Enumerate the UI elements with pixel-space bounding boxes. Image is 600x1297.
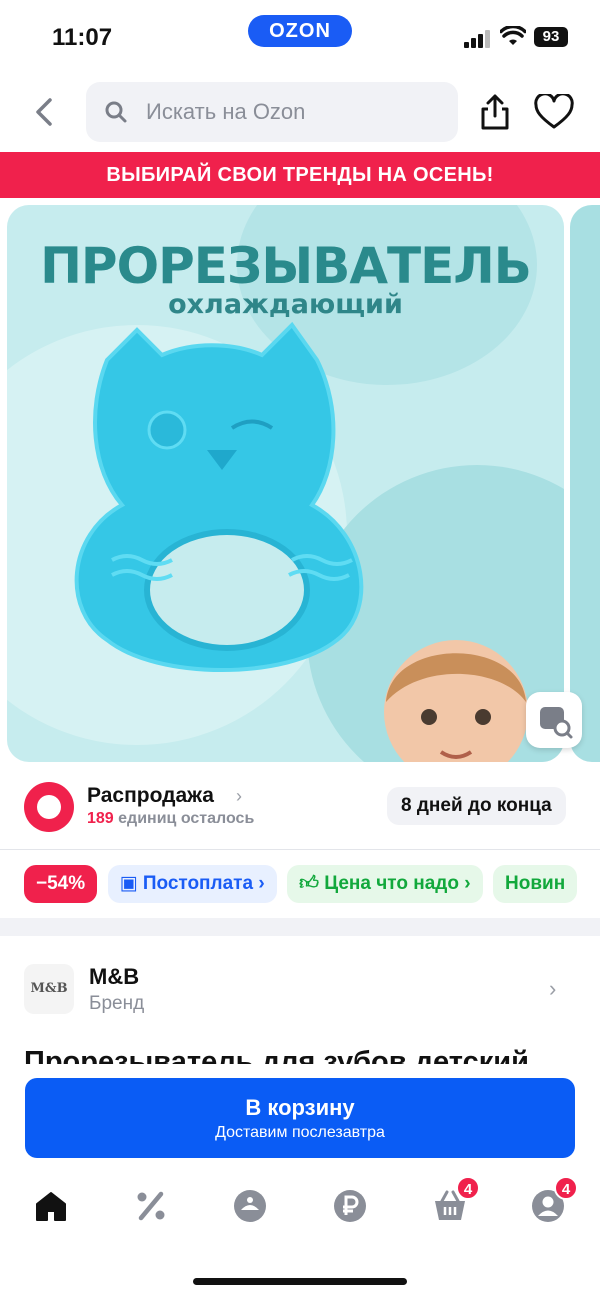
baby-photo [384, 640, 528, 762]
favorite-heart-icon[interactable] [534, 94, 574, 130]
search-box[interactable] [86, 82, 458, 142]
bottom-tab-bar: 4 4 [0, 1176, 600, 1248]
section-separator [0, 918, 600, 936]
postpay-label: Постоплата [142, 873, 254, 894]
price-chip[interactable]: 👍︎ Цена что надо › [287, 865, 483, 903]
ozon-logo: OZON [248, 15, 352, 47]
sale-title: Распродажа [87, 784, 214, 807]
cart-button-label: В корзину [245, 1095, 355, 1120]
postpay-chip[interactable]: ▣ Постоплата › [107, 865, 277, 903]
brand-logo: M&B [24, 964, 74, 1014]
new-chip[interactable]: Новин [493, 865, 578, 903]
sale-count-number: 189 [87, 810, 114, 827]
finance-icon[interactable] [332, 1188, 368, 1224]
add-to-cart-button[interactable]: В корзину Доставим послезавтра [25, 1078, 575, 1158]
status-bar: 11:07 OZON 93 [0, 0, 600, 70]
cart-badge: 4 [456, 1176, 480, 1200]
image-subtitle: охлаждающий [168, 289, 403, 320]
back-icon[interactable] [30, 94, 62, 130]
profile-badge: 4 [554, 1176, 578, 1200]
search-input[interactable] [146, 82, 446, 142]
sale-logo-icon [24, 782, 74, 832]
cart-area: В корзину Доставим послезавтра [0, 1064, 600, 1170]
home-indicator [193, 1278, 407, 1285]
battery-icon: 93 [534, 27, 568, 47]
brand-name: M&B [89, 964, 140, 989]
cart-tab[interactable]: 4 [432, 1176, 480, 1224]
home-icon[interactable] [33, 1188, 69, 1224]
status-time: 11:07 [52, 24, 113, 51]
cart-button-subtitle: Доставим послезавтра [215, 1124, 385, 1141]
product-gallery[interactable]: ПРОРЕЗЫВАТЕЛЬ охлаждающий [0, 205, 600, 763]
header [0, 80, 600, 144]
chevron-right-icon: › [236, 786, 242, 806]
discount-chip[interactable]: −54% [24, 865, 98, 903]
sale-stock-count: 189 единиц осталось [87, 810, 254, 828]
share-icon[interactable] [478, 92, 512, 132]
search-icon [105, 101, 127, 123]
image-search-icon [540, 707, 573, 739]
signal-icon [464, 30, 492, 48]
sale-row[interactable]: Распродажа › 189 единиц осталось 8 дней … [0, 780, 600, 836]
chevron-right-icon: › [549, 976, 557, 1001]
visual-search-button[interactable] [526, 692, 582, 748]
owl-teether-illustration [74, 321, 364, 672]
divider [0, 849, 600, 850]
next-image-preview[interactable] [570, 205, 600, 762]
wallet-icon: ▣ [119, 873, 138, 894]
fresh-icon[interactable] [232, 1188, 268, 1224]
sale-days-badge: 8 дней до конца [387, 787, 566, 825]
discount-icon[interactable] [133, 1188, 169, 1224]
image-title: ПРОРЕЗЫВАТЕЛЬ [40, 237, 532, 295]
promo-banner[interactable]: ВЫБИРАЙ СВОИ ТРЕНДЫ НА ОСЕНЬ! [0, 152, 600, 198]
product-chips: −54% ▣ Постоплата › 👍︎ Цена что надо › Н… [24, 865, 600, 903]
product-image[interactable]: ПРОРЕЗЫВАТЕЛЬ охлаждающий [7, 205, 564, 762]
thumbs-up-icon: 👍︎ [299, 873, 319, 894]
brand-label: Бренд [89, 993, 145, 1014]
price-label: Цена что надо [324, 873, 459, 894]
sale-count-suffix: единиц осталось [118, 810, 255, 827]
wifi-icon [500, 26, 526, 45]
profile-tab[interactable]: 4 [530, 1176, 578, 1224]
